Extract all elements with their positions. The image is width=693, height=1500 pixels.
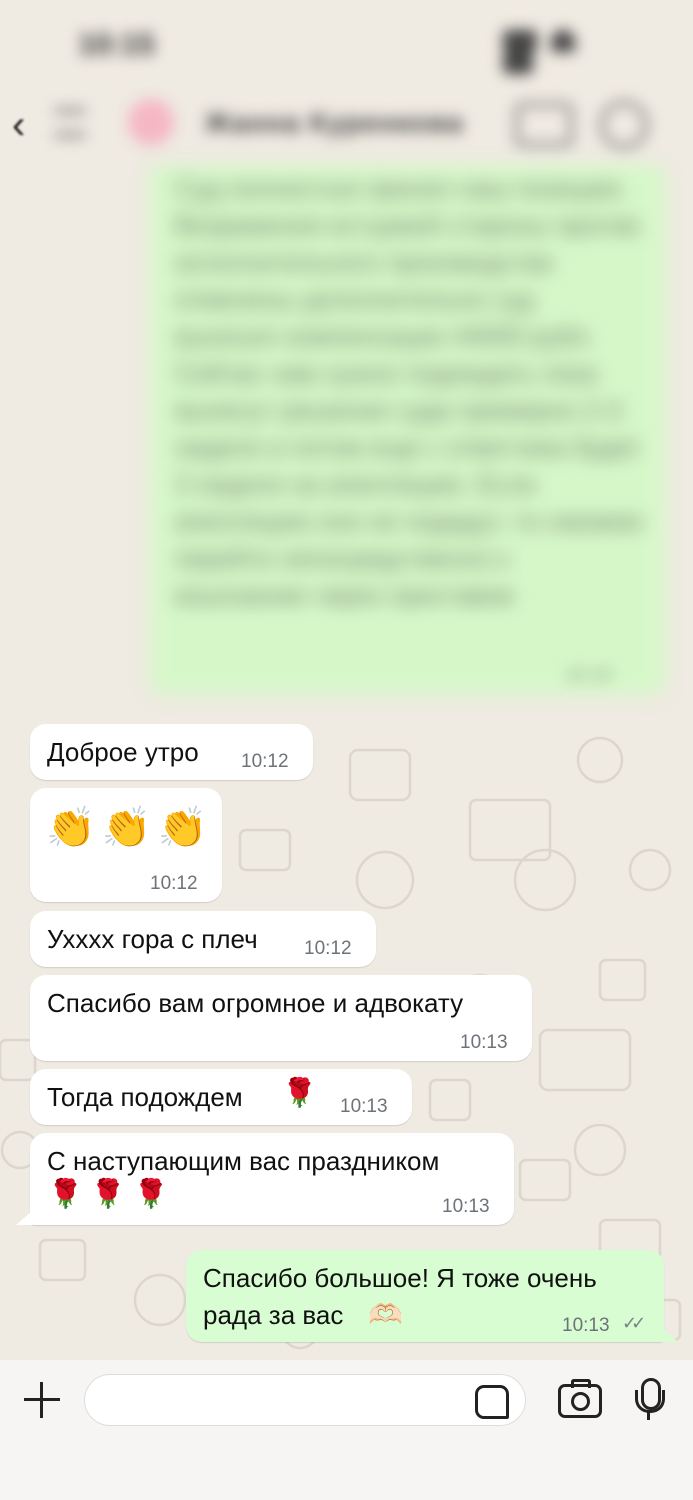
message-text: Доброе утро xyxy=(47,737,199,767)
phone-icon[interactable] xyxy=(600,101,648,149)
message-bubble-incoming[interactable]: Спасибо вам огромное и адвокату 10:13 xyxy=(30,975,532,1061)
message-time: 10:12 xyxy=(150,873,198,894)
message-bubble-outgoing[interactable]: Спасибо большое! Я тоже очень рада за ва… xyxy=(186,1250,678,1342)
heart-hands-emoji: 🫶🏻 xyxy=(368,1299,403,1330)
blurred-message-text: Суд полностью принял наш позицию. Возраж… xyxy=(175,173,642,610)
message-bubble-incoming[interactable]: Тогда подождем 🌹 10:13 xyxy=(30,1069,412,1125)
message-text-line-1: Спасибо большое! Я тоже очень xyxy=(203,1263,597,1293)
contact-name[interactable]: Жанна Куренкова xyxy=(205,107,463,139)
read-ticks-icon: ✓✓ xyxy=(622,1313,646,1333)
message-bubble-incoming[interactable]: С наступающим вас праздником 🌹 🌹 🌹 10:13 xyxy=(16,1133,514,1225)
chat-header: ‹ Жанна Куренкова xyxy=(0,95,693,155)
plus-icon[interactable] xyxy=(22,1380,62,1420)
video-call-icon[interactable] xyxy=(515,103,573,147)
avatar[interactable] xyxy=(128,99,174,145)
clapping-hands-emoji: 👏 xyxy=(101,806,152,850)
sticker-icon[interactable] xyxy=(475,1385,509,1419)
message-time: 10:12 xyxy=(304,938,352,959)
message-time: 10:13 xyxy=(442,1196,490,1217)
menu-icon[interactable] xyxy=(55,109,85,137)
camera-icon[interactable] xyxy=(558,1379,602,1418)
message-time: 10:13 xyxy=(562,1315,610,1336)
wifi-icon xyxy=(551,30,576,52)
status-icons xyxy=(503,30,623,74)
clapping-hands-emoji: 👏 xyxy=(157,806,208,850)
message-bubble-incoming[interactable]: Доброе утро 10:12 xyxy=(30,724,313,780)
message-input-box[interactable] xyxy=(84,1374,526,1426)
blurred-message-time: 10:10 xyxy=(565,665,613,686)
message-time: 10:13 xyxy=(340,1096,388,1117)
composer-bar xyxy=(0,1360,693,1500)
rose-emoji: 🌹 xyxy=(48,1178,83,1209)
message-bubble-incoming[interactable]: 👏 👏 👏 10:12 xyxy=(30,788,222,902)
emoji-row: 🌹 🌹 🌹 xyxy=(48,1179,169,1209)
rose-emoji: 🌹 xyxy=(282,1077,317,1108)
message-text: Ухххх гора с плеч xyxy=(47,924,258,954)
bubble-tail xyxy=(16,1211,32,1225)
message-text-line-2: рада за вас xyxy=(203,1300,344,1330)
status-bar: 10:15 xyxy=(0,0,693,95)
clapping-hands-emoji: 👏 xyxy=(46,806,96,850)
message-input[interactable] xyxy=(105,1385,469,1417)
message-text: Спасибо вам огромное и адвокату xyxy=(47,988,464,1018)
rose-emoji: 🌹 xyxy=(90,1178,126,1209)
mic-icon[interactable] xyxy=(635,1378,665,1423)
signal-icon xyxy=(503,30,537,52)
message-bubble-incoming[interactable]: Ухххх гора с плеч 10:12 xyxy=(30,911,376,967)
message-time: 10:12 xyxy=(241,751,289,772)
emoji-row: 👏 👏 👏 xyxy=(46,808,213,848)
blurred-region: 10:15 ‹ Жанна Куренкова Суд полностью пр… xyxy=(0,0,693,720)
message-text: С наступающим вас праздником xyxy=(47,1146,440,1176)
status-time: 10:15 xyxy=(78,28,155,61)
header-blurred: Жанна Куренкова xyxy=(0,95,693,155)
message-time: 10:13 xyxy=(460,1032,508,1053)
rose-emoji: 🌹 xyxy=(133,1178,169,1209)
battery-icon xyxy=(503,52,533,74)
bubble-tail xyxy=(662,1328,678,1342)
message-text: Тогда подождем xyxy=(47,1082,243,1112)
